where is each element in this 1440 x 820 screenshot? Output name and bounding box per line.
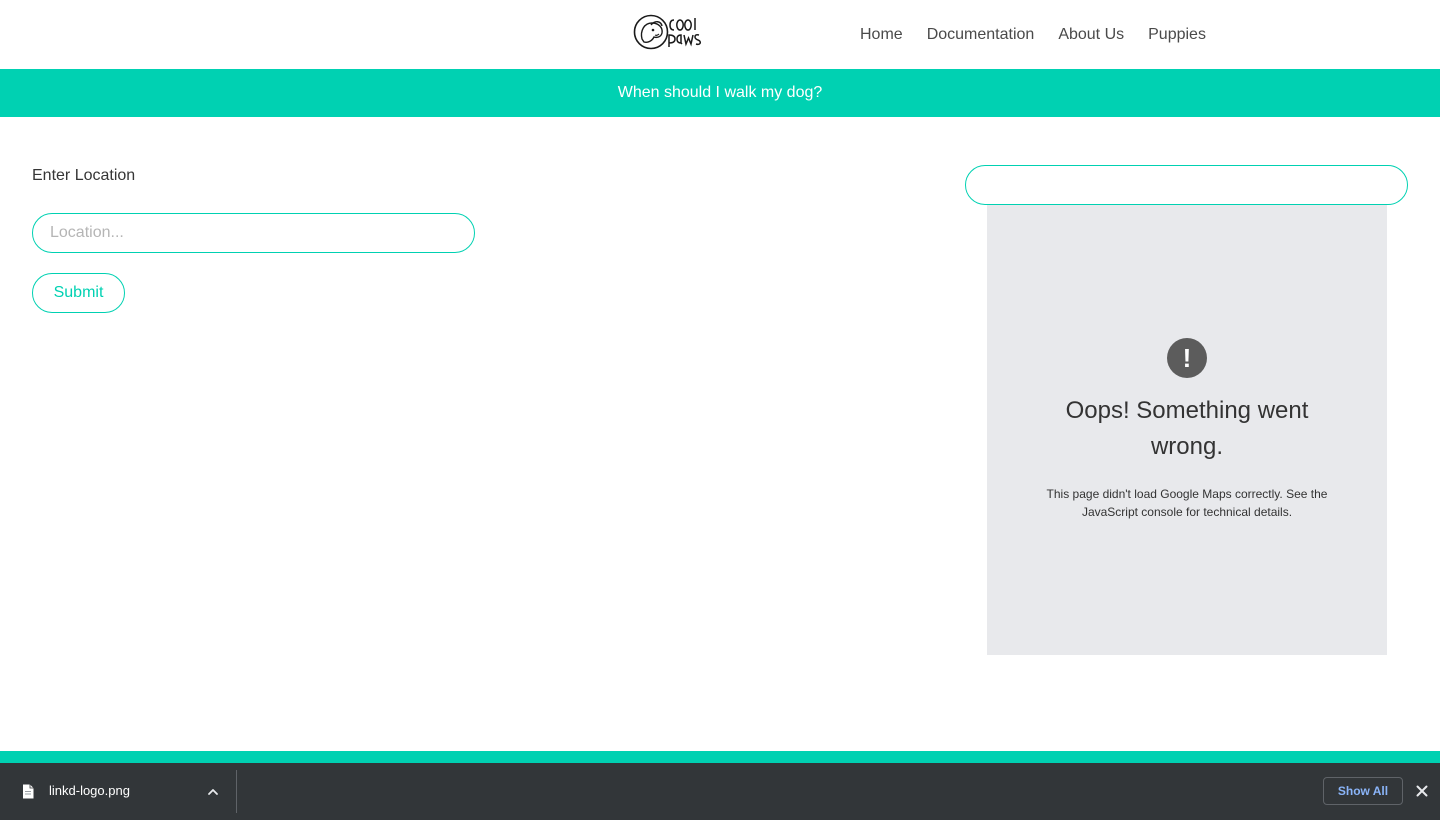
hero-banner: When should I walk my dog? (0, 69, 1440, 117)
download-divider (236, 770, 237, 813)
nav-home-link[interactable]: Home (848, 0, 915, 69)
close-icon[interactable] (1414, 783, 1430, 799)
error-icon: ! (1167, 338, 1207, 378)
map-error-message: This page didn't load Google Maps correc… (1046, 487, 1328, 519)
download-bar: linkd-logo.png Show All (0, 763, 1440, 820)
footer-strip (0, 751, 1440, 763)
nav-about-us-link[interactable]: About Us (1046, 0, 1136, 69)
map-search-input[interactable] (965, 165, 1408, 205)
chevron-up-icon[interactable] (204, 783, 222, 801)
nav-puppies-link[interactable]: Puppies (1136, 0, 1218, 69)
download-file-name: linkd-logo.png (49, 783, 130, 798)
location-input[interactable] (32, 213, 475, 253)
submit-button[interactable]: Submit (32, 273, 125, 313)
location-label: Enter Location (32, 167, 136, 184)
cool-paws-logo[interactable] (632, 11, 702, 55)
file-icon (23, 784, 34, 799)
map-error-title: Oops! Something went wrong. (1065, 397, 1309, 460)
show-all-button[interactable]: Show All (1323, 777, 1403, 805)
map-panel[interactable]: ! Oops! Something went wrong. This page … (987, 205, 1387, 655)
download-item[interactable]: linkd-logo.png (0, 763, 237, 820)
banner-text: When should I walk my dog? (617, 84, 823, 101)
main-nav: Home Documentation About Us Puppies (848, 0, 1218, 69)
site-header: Home Documentation About Us Puppies (0, 0, 1440, 69)
nav-documentation-link[interactable]: Documentation (915, 0, 1047, 69)
cool-paws-logo-graphic (633, 14, 701, 50)
